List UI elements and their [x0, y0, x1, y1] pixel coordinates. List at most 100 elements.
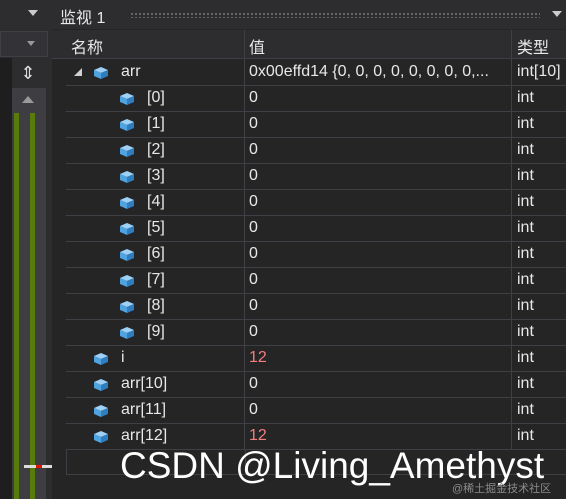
table-row[interactable]: [1] 0 int [66, 111, 566, 138]
row-type: int [517, 115, 534, 132]
editor-left-pane: ⇕ [0, 0, 52, 499]
row-value[interactable]: 0 [249, 219, 511, 237]
watermark-small-text: @稀土掘金技术社区 [452, 483, 552, 495]
row-value[interactable]: 0 [249, 89, 511, 107]
table-row[interactable]: [8] 0 int [66, 293, 566, 320]
row-value[interactable]: 0 [249, 271, 511, 289]
column-divider [511, 371, 512, 397]
dropdown-arrow-icon[interactable] [27, 41, 35, 46]
watch-panel: 监视 1 名称 值 类型 arr 0x00effd14 {0, 0, 0, 0, … [52, 0, 566, 499]
row-value[interactable]: 0 [249, 245, 511, 263]
row-type: int [517, 141, 534, 158]
column-divider [511, 397, 512, 423]
column-header-name[interactable]: 名称 [71, 34, 103, 58]
column-header-type[interactable]: 类型 [517, 34, 549, 58]
member-dropdown[interactable] [0, 31, 48, 57]
table-row[interactable]: [4] 0 int [66, 189, 566, 216]
row-type: int [517, 297, 534, 314]
row-value[interactable]: 0x00effd14 {0, 0, 0, 0, 0, 0, 0, 0,... [249, 63, 511, 81]
row-name[interactable]: [2] [147, 141, 165, 159]
row-name[interactable]: [0] [147, 89, 165, 107]
column-divider [511, 293, 512, 319]
column-divider [511, 319, 512, 345]
editor-code-area[interactable] [0, 58, 12, 499]
row-name[interactable]: [3] [147, 167, 165, 185]
row-name[interactable]: arr[12] [121, 427, 167, 445]
table-row[interactable]: [3] 0 int [66, 163, 566, 190]
table-row[interactable]: [9] 0 int [66, 319, 566, 346]
row-value[interactable]: 0 [249, 375, 511, 393]
row-value[interactable]: 0 [249, 193, 511, 211]
row-value[interactable]: 0 [249, 141, 511, 159]
chevron-down-icon[interactable] [552, 11, 562, 17]
row-value[interactable]: 12 [249, 427, 511, 445]
cube-icon [120, 144, 134, 157]
table-row[interactable]: [0] 0 int [66, 85, 566, 112]
table-row[interactable]: arr[10] 0 int [66, 371, 566, 398]
table-row[interactable]: [5] 0 int [66, 215, 566, 242]
row-value[interactable]: 0 [249, 323, 511, 341]
panel-titlebar[interactable]: 监视 1 [52, 0, 566, 29]
column-divider [244, 293, 245, 319]
column-divider [244, 215, 245, 241]
caret-marker [36, 465, 42, 468]
editor-tab-strip [0, 0, 52, 29]
table-row[interactable]: [2] 0 int [66, 137, 566, 164]
row-name[interactable]: [8] [147, 297, 165, 315]
scroll-up-icon[interactable] [22, 96, 34, 103]
cube-icon [120, 118, 134, 131]
row-name[interactable]: [1] [147, 115, 165, 133]
row-type: int [517, 401, 534, 418]
row-value[interactable]: 12 [249, 349, 511, 367]
row-type: int [517, 323, 534, 340]
row-name[interactable]: arr[11] [121, 401, 166, 419]
table-row[interactable]: [6] 0 int [66, 241, 566, 268]
row-name[interactable]: [6] [147, 245, 165, 263]
row-value[interactable]: 0 [249, 297, 511, 315]
column-divider [511, 345, 512, 371]
column-divider [511, 85, 512, 111]
table-row[interactable]: [7] 0 int [66, 267, 566, 294]
row-value[interactable]: 0 [249, 401, 511, 419]
row-name[interactable]: [4] [147, 193, 165, 211]
row-type: int [517, 167, 534, 184]
row-value[interactable]: 0 [249, 115, 511, 133]
row-name[interactable]: arr [121, 63, 141, 81]
cube-icon [120, 326, 134, 339]
drag-grip[interactable] [130, 12, 540, 18]
row-type: int [517, 271, 534, 288]
column-header-value[interactable]: 值 [249, 34, 265, 58]
change-marker [14, 113, 19, 499]
row-type: int [517, 219, 534, 236]
split-arrows-icon[interactable]: ⇕ [12, 58, 44, 88]
cube-icon [120, 222, 134, 235]
cube-icon [94, 352, 108, 365]
column-header-row: 名称 值 类型 [52, 30, 566, 59]
column-divider[interactable] [511, 30, 512, 58]
column-divider [244, 267, 245, 293]
column-divider [244, 371, 245, 397]
column-divider [511, 241, 512, 267]
expand-arrow-icon[interactable] [74, 68, 82, 76]
row-value[interactable]: 0 [249, 167, 511, 185]
row-type: int [517, 245, 534, 262]
column-divider [511, 189, 512, 215]
table-row[interactable]: arr[11] 0 int [66, 397, 566, 424]
cube-icon [94, 378, 108, 391]
row-name[interactable]: i [121, 349, 125, 367]
row-name[interactable]: [5] [147, 219, 165, 237]
row-name[interactable]: [9] [147, 323, 165, 341]
row-name[interactable]: [7] [147, 271, 165, 289]
vertical-scrollbar[interactable] [12, 88, 52, 499]
column-divider [511, 137, 512, 163]
table-row[interactable]: arr 0x00effd14 {0, 0, 0, 0, 0, 0, 0, 0,..… [66, 59, 566, 86]
chevron-down-icon[interactable] [28, 10, 38, 16]
table-row[interactable]: i 12 int [66, 345, 566, 372]
row-type: int [517, 349, 534, 366]
row-type: int[10] [517, 63, 561, 80]
column-divider[interactable] [244, 30, 245, 58]
column-divider [511, 215, 512, 241]
column-divider [244, 397, 245, 423]
row-name[interactable]: arr[10] [121, 375, 167, 393]
column-divider [244, 137, 245, 163]
